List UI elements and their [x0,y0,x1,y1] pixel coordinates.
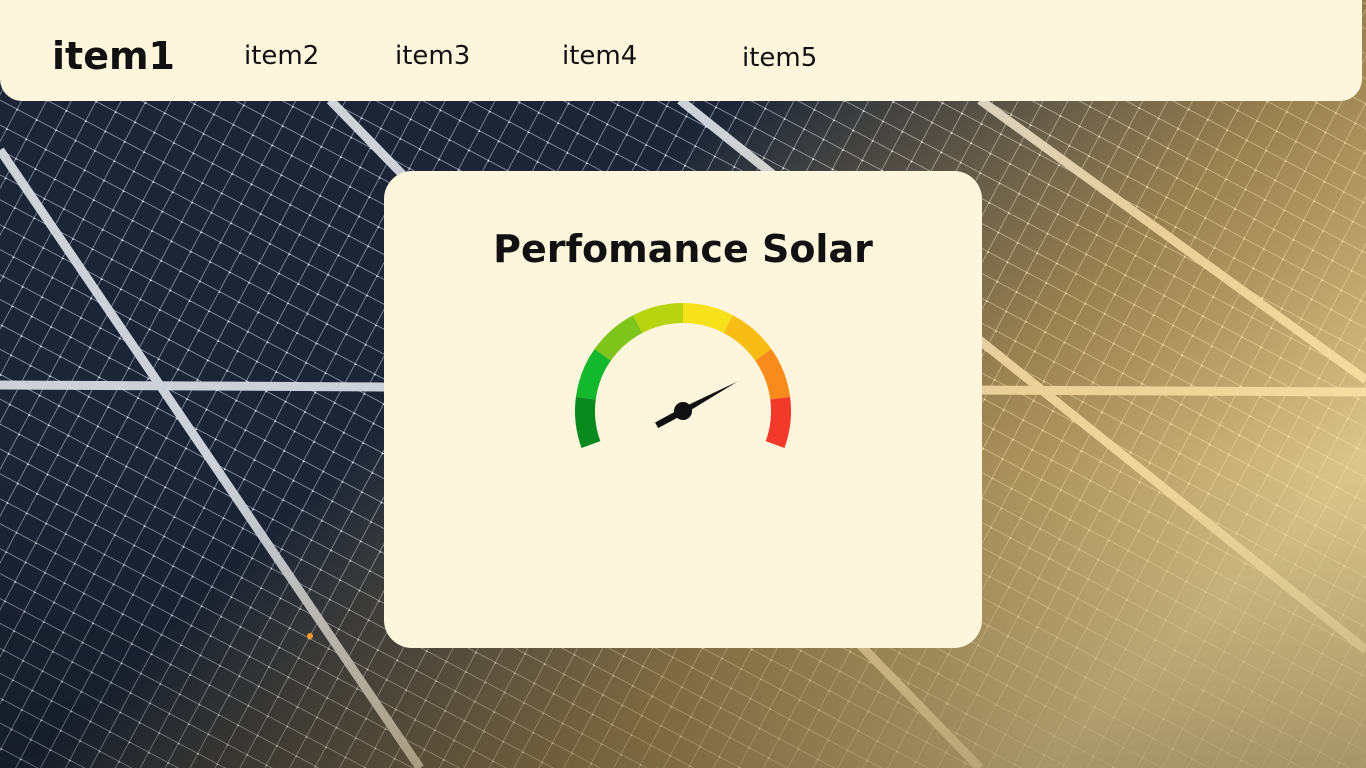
card-title: Perfomance Solar [493,227,873,271]
gauge-segment [633,303,683,333]
gauge-segment [575,396,601,448]
nav-item-2[interactable]: item2 [244,41,319,71]
nav-item-1[interactable]: item1 [52,34,175,78]
gauge-segment [765,396,791,448]
gauge-segment [594,315,643,361]
gauge-segment [683,303,733,333]
top-nav-bar: item1 item2 item3 item4 item5 [0,0,1362,101]
gauge-segment [723,315,772,361]
nav-item-4[interactable]: item4 [562,41,637,71]
nav-item-5[interactable]: item5 [742,43,817,73]
performance-card: Perfomance Solar [384,171,982,648]
speedometer-gauge [575,303,791,448]
gauge-hub [674,402,692,420]
gauge-needle [655,381,738,429]
nav-item-3[interactable]: item3 [395,41,470,71]
